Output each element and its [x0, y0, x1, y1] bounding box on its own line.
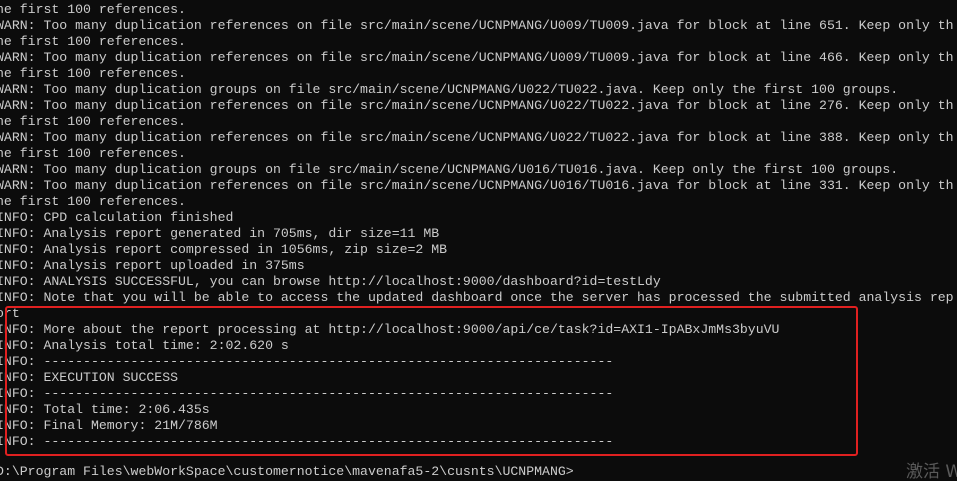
- console-line: WARN: Too many duplication references on…: [0, 130, 954, 145]
- console-line: WARN: Too many duplication groups on fil…: [0, 82, 899, 97]
- console-line: INFO: Note that you will be able to acce…: [0, 290, 954, 305]
- console-line: INFO: Analysis total time: 2:02.620 s: [0, 338, 289, 353]
- console-line: WARN: Too many duplication references on…: [0, 18, 954, 33]
- console-line: INFO: More about the report processing a…: [0, 322, 780, 337]
- console-line: WARN: Too many duplication references on…: [0, 50, 954, 65]
- console-line: WARN: Too many duplication groups on fil…: [0, 162, 899, 177]
- console-line: WARN: Too many duplication references on…: [0, 98, 954, 113]
- console-line: he first 100 references.: [0, 34, 186, 49]
- console-line: INFO: CPD calculation finished: [0, 210, 234, 225]
- console-line: he first 100 references.: [0, 194, 186, 209]
- console-line: INFO: Final Memory: 21M/786M: [0, 418, 218, 433]
- text-cursor: [574, 465, 575, 479]
- console-line: he first 100 references.: [0, 114, 186, 129]
- console-line: INFO: EXECUTION SUCCESS: [0, 370, 179, 385]
- console-line: INFO: Analysis report uploaded in 375ms: [0, 258, 305, 273]
- console-window[interactable]: he first 100 references. WARN: Too many d…: [0, 0, 957, 481]
- console-line: INFO: ----------------------------------…: [0, 386, 614, 401]
- console-line: INFO: ----------------------------------…: [0, 434, 614, 449]
- console-line: INFO: Analysis report generated in 705ms…: [0, 226, 440, 241]
- console-line: WARN: Too many duplication references on…: [0, 178, 954, 193]
- prompt-path: D:\Program Files\webWorkSpace\customerno…: [0, 464, 574, 479]
- console-line: ort: [0, 306, 20, 321]
- console-line: he first 100 references.: [0, 146, 186, 161]
- console-line: he first 100 references.: [0, 2, 186, 17]
- console-line: INFO: Analysis report compressed in 1056…: [0, 242, 448, 257]
- command-prompt[interactable]: D:\Program Files\webWorkSpace\customerno…: [0, 464, 575, 480]
- console-line: INFO: Total time: 2:06.435s: [0, 402, 210, 417]
- activation-watermark: 激活 W: [906, 462, 957, 481]
- console-line: he first 100 references.: [0, 66, 186, 81]
- console-line: INFO: ANALYSIS SUCCESSFUL, you can brows…: [0, 274, 661, 289]
- console-output: he first 100 references. WARN: Too many d…: [0, 2, 957, 450]
- console-line: INFO: ----------------------------------…: [0, 354, 614, 369]
